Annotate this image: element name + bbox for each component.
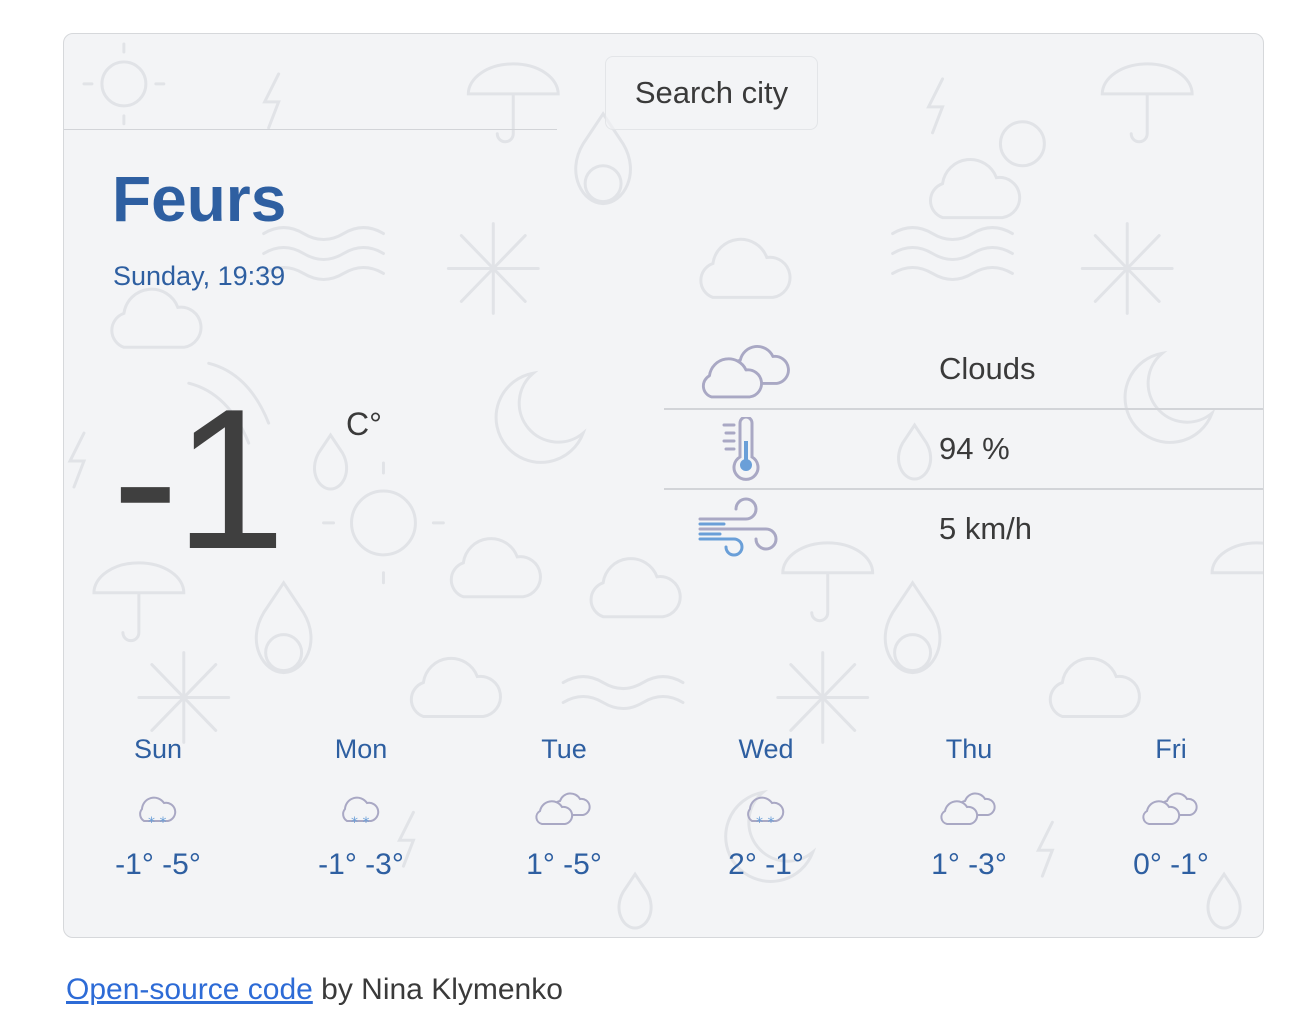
forecast-day-name: Thu: [945, 734, 993, 764]
forecast-temps: -1° -3°: [318, 848, 404, 881]
clouds-icon: [484, 776, 644, 840]
forecast-day-name: Mon: [334, 734, 388, 764]
clouds-icon: [1091, 776, 1251, 840]
svg-text:* *: * *: [756, 815, 774, 829]
wind-text: 5 km/h: [939, 511, 1033, 546]
forecast-day-name: Sun: [133, 734, 183, 764]
forecast-day: Thu 1° -3°: [889, 734, 1049, 882]
footer-author: by Nina Klymenko: [312, 973, 563, 1006]
humidity-text: 94 %: [939, 431, 1010, 466]
weekly-forecast: Sun * * -1° -5° Mon * * -1° -3° Tue 1° -…: [64, 734, 1263, 904]
snow-icon: * *: [78, 776, 238, 840]
forecast-day: Sun * * -1° -5°: [78, 734, 238, 882]
forecast-day: Fri 0° -1°: [1091, 734, 1251, 882]
condition-row: Clouds: [664, 330, 1263, 410]
weather-details: Clouds 94 % 5 km/h: [664, 330, 1263, 568]
condition-text: Clouds: [939, 351, 1036, 386]
svg-text:* *: * *: [148, 815, 166, 829]
forecast-temps: 0° -1°: [1133, 848, 1209, 881]
search-underline: [64, 129, 557, 130]
current-datetime: Sunday, 19:39: [113, 261, 286, 291]
forecast-day: Tue 1° -5°: [484, 734, 644, 882]
forecast-day: Wed * * 2° -1°: [686, 734, 846, 882]
forecast-day-name: Wed: [738, 734, 794, 764]
search-city-button[interactable]: Search city: [605, 56, 818, 130]
footer-credit: Open-source code by Nina Klymenko: [66, 973, 563, 1007]
wind-row: 5 km/h: [664, 490, 1263, 568]
clouds-icon: [889, 776, 1049, 840]
forecast-temps: 1° -3°: [931, 848, 1007, 881]
thermometer-icon: [696, 410, 818, 488]
svg-text:* *: * *: [351, 815, 369, 829]
weather-card: Search city Feurs Sunday, 19:39 -1 C° Cl…: [63, 33, 1264, 938]
forecast-day-name: Fri: [1155, 734, 1187, 764]
humidity-row: 94 %: [664, 410, 1263, 490]
forecast-day-name: Tue: [541, 734, 587, 764]
city-name: Feurs: [112, 163, 287, 235]
forecast-temps: -1° -5°: [115, 848, 201, 881]
wind-icon: [696, 490, 796, 568]
temperature-unit-toggle[interactable]: C°: [346, 406, 382, 443]
forecast-temps: 2° -1°: [728, 848, 804, 881]
forecast-temps: 1° -5°: [526, 848, 602, 881]
open-source-link[interactable]: Open-source code: [66, 973, 313, 1006]
current-temperature: -1: [112, 368, 286, 591]
clouds-icon: [696, 330, 796, 408]
snow-icon: * *: [686, 776, 846, 840]
snow-icon: * *: [281, 776, 441, 840]
forecast-day: Mon * * -1° -3°: [281, 734, 441, 882]
